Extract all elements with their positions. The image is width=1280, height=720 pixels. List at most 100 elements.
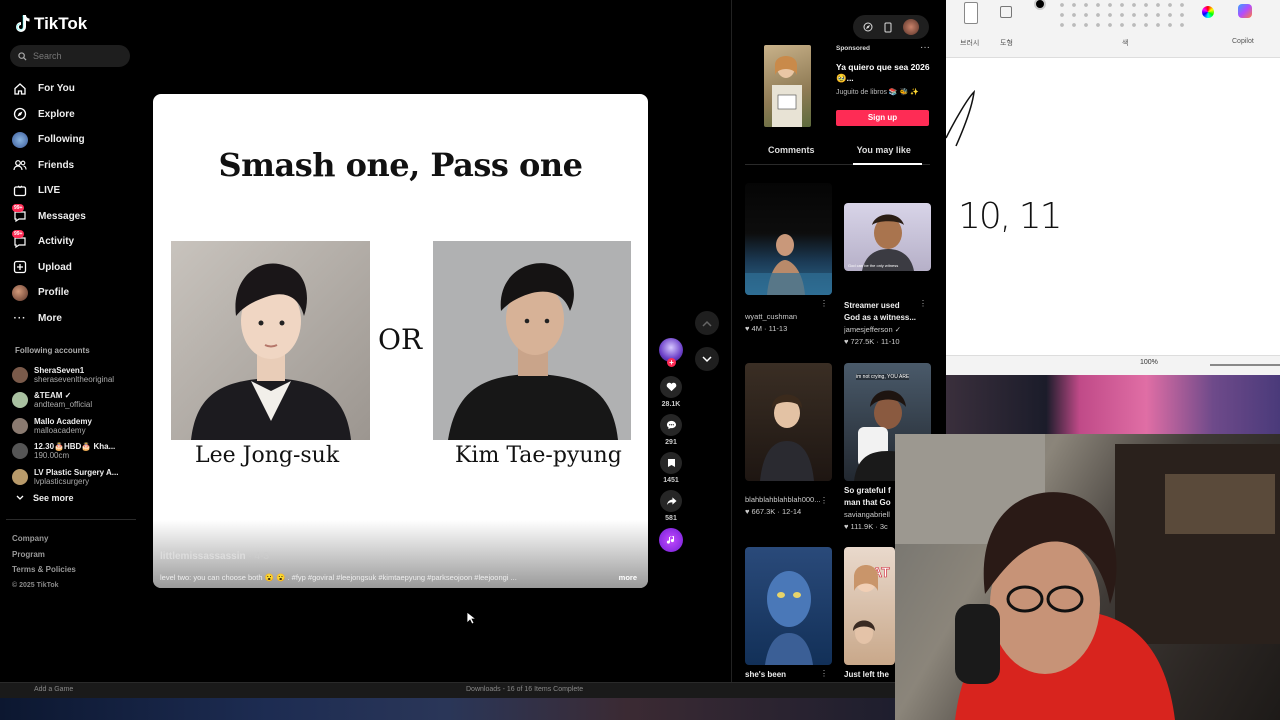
- footer-link-company[interactable]: Company: [12, 531, 76, 547]
- more-link[interactable]: more: [619, 573, 637, 582]
- ad-more-options-icon[interactable]: ···: [920, 42, 930, 53]
- video-title-text: Smash one, Pass one: [218, 146, 583, 184]
- shapes-tool-icon[interactable]: [1000, 6, 1012, 18]
- nav-label: LIVE: [38, 185, 61, 197]
- card-title-line2: God as a witness...: [844, 313, 917, 322]
- compass-small-icon[interactable]: [863, 22, 873, 32]
- drawn-text: 10, 11: [958, 196, 1063, 237]
- profile-avatar-icon: [12, 284, 28, 301]
- account-name: &TEAM ✓: [34, 391, 72, 401]
- video-thumbnail: [745, 547, 832, 665]
- avatar: [12, 468, 28, 485]
- nav-label: Following: [38, 134, 85, 146]
- nav-label: Messages: [38, 210, 86, 222]
- search-input[interactable]: [33, 51, 123, 61]
- save-button[interactable]: [660, 452, 682, 474]
- tiktok-logo-icon: [14, 15, 30, 33]
- previous-video-button[interactable]: [695, 311, 719, 335]
- search-icon: [18, 51, 27, 61]
- nav-for-you[interactable]: For You: [12, 76, 140, 102]
- video-thumbnail: AT: [844, 547, 895, 665]
- compass-icon: [12, 106, 28, 122]
- zoom-level[interactable]: 100%: [1140, 359, 1158, 366]
- nav-label: For You: [38, 83, 75, 95]
- account-handle: lvplasticsurgery: [34, 476, 90, 486]
- recommended-video-card[interactable]: God can be the only witness Streamer use…: [844, 203, 931, 348]
- or-text: OR: [378, 323, 423, 356]
- nav-more[interactable]: ··· More: [12, 306, 140, 332]
- card-more-options-icon[interactable]: ⋮: [820, 299, 828, 308]
- nav-label: More: [38, 312, 62, 324]
- see-more-button[interactable]: See more: [16, 493, 74, 503]
- thumb-caption: God can be the only witness: [848, 263, 899, 268]
- nav-friends[interactable]: Friends: [12, 153, 140, 179]
- recommended-video-card[interactable]: wyatt_cushman ♥ 4M · 11-13 ⋮: [745, 183, 832, 335]
- nav-upload[interactable]: Upload: [12, 255, 140, 281]
- recommended-video-card[interactable]: AT Just left the: [844, 547, 895, 681]
- following-account-item[interactable]: Mallo Academy malloacademy: [12, 413, 140, 439]
- tab-comments[interactable]: Comments: [745, 145, 838, 164]
- nav-live[interactable]: LIVE: [12, 178, 140, 204]
- avatar: [12, 417, 28, 434]
- like-button[interactable]: [660, 376, 682, 398]
- zoom-slider[interactable]: [1210, 364, 1280, 366]
- follow-plus-icon[interactable]: +: [667, 358, 676, 367]
- save-action: 1451: [656, 452, 686, 488]
- paint-window: 브러시 도형 색 Copilot 10, 11: [946, 0, 1280, 375]
- downloads-status[interactable]: Downloads - 16 of 16 Items Complete: [466, 686, 583, 693]
- upload-icon: [12, 259, 28, 275]
- nav-profile[interactable]: Profile: [12, 280, 140, 306]
- add-game-button[interactable]: Add a Game: [34, 686, 73, 693]
- video-author[interactable]: littlemissassassin · 4-3: [160, 551, 269, 562]
- nav-activity[interactable]: 99+ Activity: [12, 229, 140, 255]
- color-wheel-icon[interactable]: [1202, 6, 1214, 18]
- video-player[interactable]: Smash one, Pass one OR Lee Jong-suk Kim …: [153, 94, 648, 588]
- nav-messages[interactable]: 99+ Messages: [12, 204, 140, 230]
- music-disc-icon[interactable]: [659, 528, 683, 552]
- avatar: [12, 443, 28, 460]
- card-more-options-icon[interactable]: ⋮: [919, 299, 927, 308]
- current-color-swatch[interactable]: [1034, 0, 1046, 10]
- chevron-down-icon: [16, 495, 24, 500]
- tab-you-may-like[interactable]: You may like: [838, 145, 931, 165]
- brush-tool-icon[interactable]: [964, 2, 978, 24]
- more-icon: ···: [13, 312, 27, 324]
- nav-following[interactable]: Following: [12, 127, 140, 153]
- footer-link-program[interactable]: Program: [12, 547, 76, 563]
- footer-link-terms[interactable]: Terms & Policies: [12, 562, 76, 578]
- following-account-item[interactable]: &TEAM ✓ andteam_official: [12, 388, 140, 414]
- nav-label: Explore: [38, 108, 75, 120]
- comment-action: 291: [656, 414, 686, 450]
- next-video-button[interactable]: [695, 347, 719, 371]
- tiktok-logo[interactable]: TikTok: [14, 14, 87, 34]
- share-button[interactable]: [660, 490, 682, 512]
- following-account-item[interactable]: LV Plastic Surgery A... lvplasticsurgery: [12, 464, 140, 490]
- avatar: [12, 392, 28, 409]
- account-handle: andteam_official: [34, 400, 93, 410]
- user-avatar[interactable]: [903, 19, 920, 35]
- following-account-item[interactable]: SheraSeven1 sherasevenltheoriginal: [12, 362, 140, 388]
- avatar: [12, 366, 28, 383]
- color-palette[interactable]: [1056, 0, 1186, 30]
- account-name: Mallo Academy: [34, 416, 92, 426]
- share-icon: [666, 497, 677, 506]
- nav-label: Activity: [38, 236, 75, 248]
- card-author: wyatt_cushman: [745, 312, 798, 321]
- footer-links: Company Program Terms & Policies © 2025 …: [12, 531, 76, 593]
- copilot-icon[interactable]: [1238, 4, 1252, 18]
- nav-explore[interactable]: Explore: [12, 102, 140, 128]
- card-more-options-icon[interactable]: ⋮: [820, 669, 828, 678]
- recommended-video-card[interactable]: she's been ⋮: [745, 547, 832, 681]
- card-more-options-icon[interactable]: ⋮: [820, 496, 828, 505]
- creator-avatar[interactable]: +: [659, 338, 683, 367]
- following-account-item[interactable]: 12.30🎂HBD🎂 Kha... 190.00cm: [12, 439, 140, 465]
- device-icon[interactable]: [884, 22, 892, 33]
- nav-label: Friends: [38, 159, 75, 171]
- ad-signup-button[interactable]: Sign up: [836, 110, 929, 126]
- comment-button[interactable]: [660, 414, 682, 436]
- recommended-video-card[interactable]: blahblahblahblah000... ♥ 667.3K · 12-14 …: [745, 363, 832, 518]
- ad-thumbnail[interactable]: [764, 45, 811, 127]
- copilot-label[interactable]: Copilot: [1232, 38, 1254, 45]
- search-box[interactable]: [10, 45, 130, 67]
- account-name: SheraSeven1: [34, 365, 85, 375]
